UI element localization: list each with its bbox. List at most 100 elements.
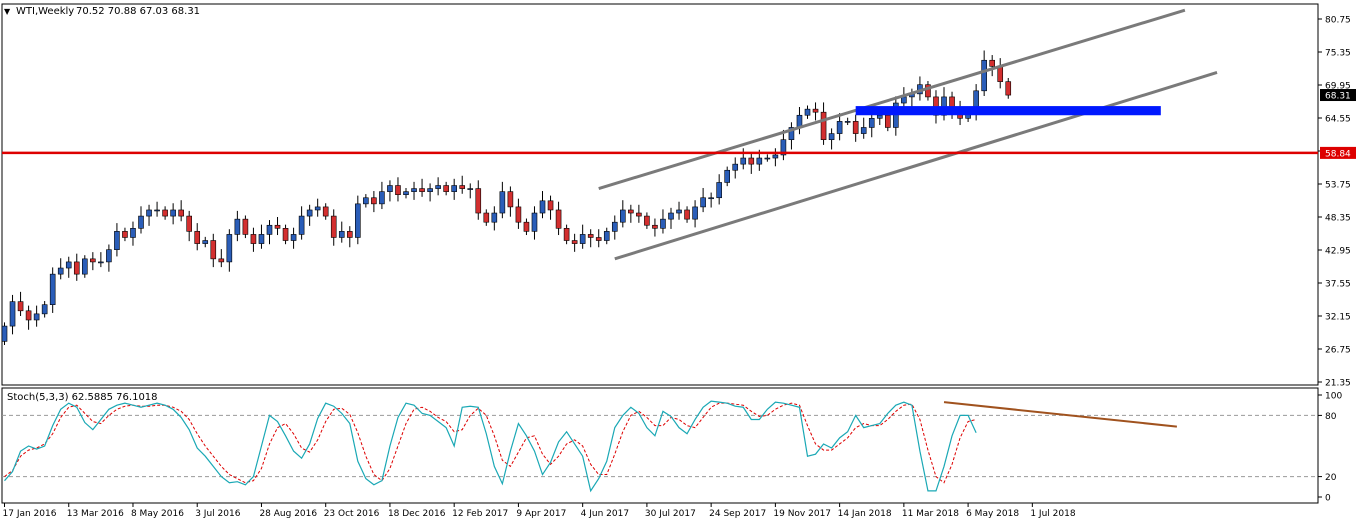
candle-bear <box>122 231 128 238</box>
candle-bear <box>571 240 578 244</box>
candle-bear <box>250 234 257 244</box>
candle-bear <box>812 108 819 113</box>
candle-bull <box>202 240 209 244</box>
candle-bull <box>33 313 40 321</box>
candle-bull <box>306 209 313 217</box>
candle-bull <box>772 154 779 159</box>
candle-bull <box>844 121 851 123</box>
candle-bear <box>555 209 562 229</box>
price-y-axis: 80.7575.3569.9564.5559.1553.7548.3542.95… <box>1318 16 1351 389</box>
candle-bear <box>210 240 217 260</box>
x-tick-label: 17 Jan 2016 <box>3 509 57 519</box>
symbol-label: WTI,Weekly <box>16 6 74 17</box>
candle-bear <box>652 224 658 229</box>
x-tick-label: 24 Sep 2017 <box>709 509 766 519</box>
x-tick-label: 8 May 2016 <box>131 509 184 519</box>
candle-bear <box>547 200 554 211</box>
y-tick-label: 37.55 <box>1325 280 1351 290</box>
x-tick-label: 14 Jan 2018 <box>838 509 892 519</box>
candle-bull <box>901 96 907 104</box>
candle-bull <box>603 231 610 241</box>
candle-bear <box>330 215 337 238</box>
candle-bull <box>114 231 120 250</box>
candle-bull <box>427 188 433 192</box>
candle-bull <box>387 185 393 192</box>
stoch-y-tick-label: 0 <box>1325 494 1331 504</box>
chart-overlays: 58.84 68.31 <box>2 8 1356 261</box>
candle-bear <box>178 209 184 217</box>
candle-bear <box>73 261 80 275</box>
candle-bull <box>668 212 674 220</box>
candle-bull <box>49 273 56 305</box>
candle-bull <box>106 249 112 263</box>
candle-bear <box>636 212 642 217</box>
last-price-label: 68.31 <box>1325 92 1351 102</box>
y-tick-label: 48.35 <box>1325 214 1351 224</box>
candle-bear <box>419 188 425 192</box>
ohlc-label: 70.52 70.88 67.03 68.31 <box>76 6 200 17</box>
candle-bull <box>234 218 241 235</box>
stoch-y-tick-label: 100 <box>1325 392 1342 402</box>
candle-bull <box>154 209 160 212</box>
x-tick-label: 28 Aug 2016 <box>259 509 317 519</box>
x-tick-label: 11 Mar 2018 <box>902 509 959 519</box>
candle-bull <box>435 185 441 189</box>
chart-root: 80.7575.3569.9564.5559.1553.7548.3542.95… <box>0 0 1362 524</box>
candle-bear <box>242 218 249 235</box>
collapse-arrow-icon[interactable]: ▼ <box>4 7 11 16</box>
candle-bear <box>515 206 522 223</box>
candle-bear <box>684 209 690 220</box>
candle-bear <box>852 121 859 134</box>
y-tick-label: 42.95 <box>1325 247 1351 257</box>
y-tick-label: 32.15 <box>1325 313 1351 323</box>
candle-bull <box>700 197 706 208</box>
y-tick-label: 75.35 <box>1325 49 1351 59</box>
x-tick-label: 19 Nov 2017 <box>773 509 831 519</box>
candle-bull <box>82 258 88 275</box>
candle-bear <box>346 231 353 238</box>
candle-bear <box>218 258 225 263</box>
stoch-y-tick-label: 80 <box>1325 412 1337 422</box>
candle-bull <box>981 59 987 92</box>
candle-bear <box>820 111 827 140</box>
candle-bear <box>322 206 329 217</box>
candle-bull <box>290 234 297 241</box>
channel-upper-line <box>598 8 1186 191</box>
candle-bear <box>1005 81 1012 96</box>
candle-bull <box>579 234 586 244</box>
candle-bull <box>65 261 72 269</box>
candle-bear <box>997 66 1004 82</box>
stoch-label: Stoch(5,3,3) 62.5885 76.1018 <box>7 392 158 403</box>
stoch-y-tick-label: 20 <box>1325 473 1337 483</box>
candle-bear <box>507 191 514 208</box>
candle-bull <box>57 267 64 275</box>
price-panel-border <box>1 3 1319 386</box>
resistance-zone <box>855 106 1161 116</box>
candle-bull <box>660 218 666 229</box>
y-tick-label: 21.35 <box>1325 379 1351 389</box>
candle-bull <box>804 108 811 116</box>
candle-bull <box>732 163 739 171</box>
candle-bear <box>443 185 449 192</box>
candle-bull <box>363 197 369 205</box>
chart-canvas: 80.7575.3569.9564.5559.1553.7548.3542.95… <box>1 3 1356 519</box>
candle-bull <box>539 200 546 214</box>
candle-bear <box>395 185 401 195</box>
candle-bear <box>587 234 594 238</box>
candle-bear <box>595 237 602 241</box>
x-tick-label: 23 Oct 2016 <box>324 509 380 519</box>
candle-bull <box>836 121 843 134</box>
candle-bull <box>716 182 722 199</box>
candle-bear <box>459 185 466 189</box>
x-tick-label: 18 Dec 2016 <box>388 509 446 519</box>
candle-bull <box>298 215 305 235</box>
candle-bull <box>740 157 747 165</box>
candle-bear <box>748 157 755 165</box>
chart-header: ▼ WTI,Weekly 70.52 70.88 67.03 68.31 Sto… <box>4 6 200 403</box>
candle-bull <box>1 325 8 342</box>
chart-frame <box>1 3 1319 504</box>
candle-bull <box>138 215 144 229</box>
candle-bear <box>186 215 192 232</box>
x-tick-label: 4 Jun 2017 <box>581 509 629 519</box>
candle-bull <box>756 157 763 165</box>
